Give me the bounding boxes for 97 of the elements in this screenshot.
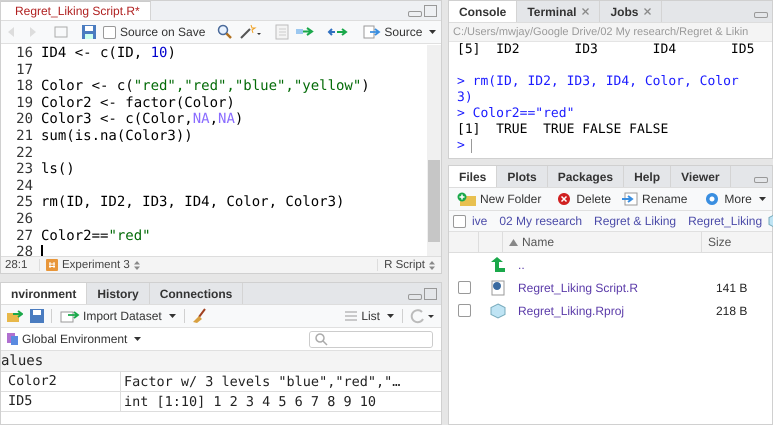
variable-name[interactable]: ID5 [1, 392, 121, 411]
line-number: 19 [15, 94, 33, 112]
pane-tab[interactable]: Packages [548, 166, 624, 187]
caret-icon [429, 30, 436, 34]
column-header[interactable]: Name [503, 232, 702, 252]
code-line: Color3 <- c(Color,NA,NA) [41, 111, 244, 128]
file-link[interactable]: .. [518, 258, 525, 272]
caret-icon [387, 314, 394, 318]
code-line: Color2=="red" [41, 228, 151, 244]
rename-arrow-icon [621, 192, 640, 206]
variable-value: Factor w/ 3 levels "blue","red","… [123, 374, 400, 390]
close-icon[interactable] [644, 8, 652, 15]
sort-ascending-icon [509, 238, 518, 246]
code-line: Color2 <- factor(Color) [41, 94, 235, 112]
variable-name[interactable]: Color2 [1, 372, 121, 391]
pane-tab[interactable]: nvironment [1, 283, 88, 304]
pane-tab[interactable]: Console [449, 1, 518, 22]
breadcrumb-link[interactable]: ive [472, 214, 488, 228]
up-arrow-icon [490, 256, 506, 272]
source-arrow-icon [363, 25, 382, 39]
code-line: sum(is.na(Color3)) [41, 128, 193, 145]
magic-wand-icon[interactable] [239, 24, 264, 40]
save-icon[interactable] [29, 308, 45, 324]
file-link[interactable]: Regret_Liking Script.R [518, 280, 638, 294]
line-number: 16 [15, 45, 33, 62]
line-number: 24 [15, 178, 33, 194]
save-icon[interactable] [81, 24, 97, 40]
toolbar-button[interactable]: Rename [619, 192, 690, 206]
code-line: ls() [41, 161, 75, 178]
search-field[interactable] [309, 330, 433, 348]
source-on-save-checkbox[interactable]: Source on Save [103, 25, 206, 39]
outline-icon[interactable] [275, 24, 290, 40]
line-number: 28 [15, 244, 33, 256]
file-size: 218 B [716, 304, 748, 318]
console-line: > Color2=="red" [457, 106, 574, 122]
file-size: 141 B [716, 280, 748, 294]
console-line: [1] TRUE TRUE FALSE FALSE [457, 122, 668, 138]
line-number: 21 [15, 128, 33, 145]
line-number: 17 [15, 62, 33, 78]
toolbar-button[interactable]: New Folder [455, 192, 544, 206]
cursor-position: 28:1 [1, 259, 40, 271]
environment-selector[interactable]: Global Environment [5, 332, 144, 346]
folder-plus-icon [457, 192, 477, 206]
console-line: > rm(ID, ID2, ID3, ID4, Color, Color [457, 74, 739, 90]
toolbar-button[interactable]: Delete [555, 192, 614, 206]
section-selector[interactable]: Experiment 3 [40, 259, 140, 271]
section-header: alues [1, 351, 441, 372]
line-number: 26 [15, 210, 33, 228]
caret-icon [758, 197, 766, 201]
source-button[interactable]: Source [361, 25, 438, 39]
breadcrumb-link[interactable]: Regret & Liking [594, 214, 676, 228]
text-cursor [470, 139, 472, 153]
line-number: 25 [15, 194, 33, 211]
line-number: 27 [15, 228, 33, 244]
toolbar-button[interactable]: More [701, 191, 768, 207]
stacked-squares-icon [7, 332, 19, 346]
open-folder-icon[interactable] [7, 309, 23, 323]
table-arrow-icon [60, 309, 80, 323]
file-link[interactable]: Regret_Liking.Rproj [518, 304, 624, 318]
broom-icon[interactable] [190, 308, 207, 324]
code-line: ID4 <- c(ID, 10) [41, 45, 176, 62]
up-down-icon [134, 260, 140, 270]
console-line: > [457, 138, 465, 154]
project-cube-icon [490, 302, 506, 318]
line-number: 18 [15, 78, 33, 95]
caret-icon [168, 314, 176, 318]
search-icon [314, 332, 328, 346]
code-line: Color <- c("red","red","blue","yellow") [41, 78, 370, 95]
column-header[interactable]: Size [702, 235, 732, 249]
scrollbar[interactable] [427, 45, 441, 256]
list-view-button[interactable]: List [342, 309, 396, 323]
caret-icon [134, 337, 142, 341]
search-icon[interactable] [217, 24, 234, 40]
r-file-icon [490, 280, 506, 296]
pane-tab[interactable]: Files [449, 166, 498, 187]
up-down-icon [429, 260, 435, 270]
file-type-selector[interactable]: R Script [377, 259, 441, 271]
line-number: 20 [15, 111, 33, 128]
line-number: 23 [15, 161, 33, 178]
close-icon[interactable] [582, 8, 590, 15]
breadcrumb-link[interactable]: Regret_Liking [688, 214, 762, 228]
row-checkbox[interactable] [458, 304, 471, 317]
pane-tab[interactable]: Connections [150, 283, 244, 304]
import-dataset-button[interactable]: Import Dataset [58, 309, 178, 323]
console-line: 3) [457, 90, 473, 106]
window-icon[interactable] [53, 25, 69, 39]
line-number: 22 [15, 144, 33, 162]
select-all-checkbox[interactable] [453, 214, 466, 228]
list-icon [344, 310, 358, 322]
working-directory-path: C:/Users/mwjay/Google Drive/02 My research/Regret & Likin [449, 23, 772, 42]
editor-tab[interactable]: Regret_Liking Script.R* [1, 1, 151, 20]
code-line: rm(ID, ID2, ID3, ID4, Color, Color3) [41, 194, 344, 211]
console-line: [5] ID2 ID3 ID4 ID5 [457, 42, 754, 58]
variable-value: int [1:10] 1 2 3 4 5 6 7 8 9 10 [123, 394, 376, 410]
row-checkbox[interactable] [458, 281, 471, 294]
breadcrumb-link[interactable]: 02 My research [499, 214, 582, 228]
refresh-icon[interactable] [409, 308, 435, 324]
